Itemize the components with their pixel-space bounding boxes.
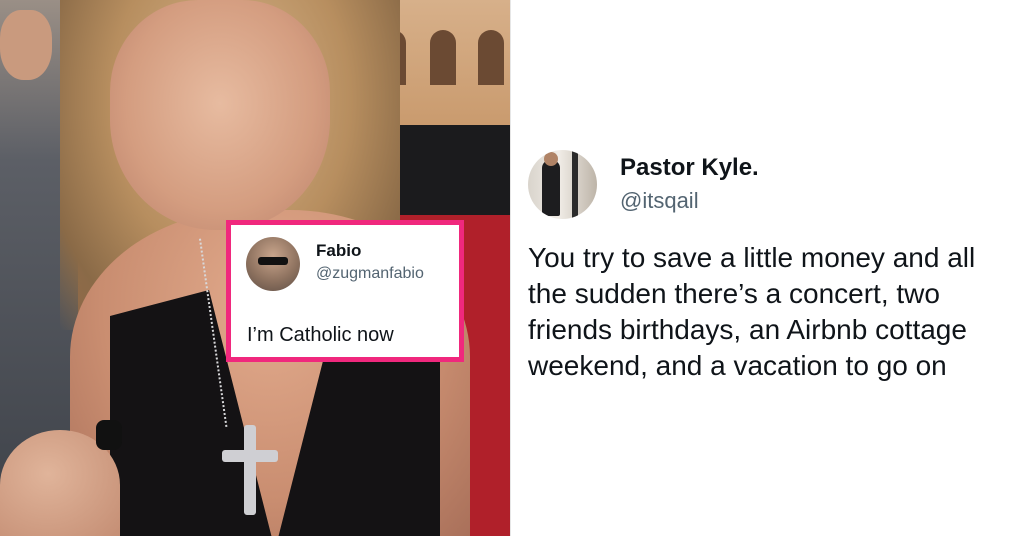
embedded-tweet-avatar[interactable] — [246, 237, 300, 291]
cross-pendant-bar — [222, 450, 278, 462]
embedded-tweet-handle[interactable]: @zugmanfabio — [316, 265, 424, 283]
face — [110, 0, 330, 230]
main-tweet: Pastor Kyle. @itsqail You try to save a … — [510, 0, 1024, 536]
cross-pendant — [244, 425, 256, 515]
embedded-tweet-text: I’m Catholic now — [247, 324, 394, 346]
main-tweet-avatar[interactable] — [528, 150, 597, 219]
main-tweet-text: You try to save a little money and all t… — [528, 242, 976, 381]
microphone — [96, 420, 122, 450]
main-tweet-handle[interactable]: @itsqail — [620, 188, 699, 214]
sunglasses-icon — [258, 257, 288, 265]
embedded-tweet-card[interactable]: Fabio @zugmanfabio I’m Catholic now — [226, 220, 464, 362]
photo-panel: Fabio @zugmanfabio I’m Catholic now — [0, 0, 510, 536]
embedded-tweet-name[interactable]: Fabio — [316, 241, 361, 261]
main-tweet-name[interactable]: Pastor Kyle. — [620, 154, 759, 182]
backdrop — [385, 125, 510, 215]
